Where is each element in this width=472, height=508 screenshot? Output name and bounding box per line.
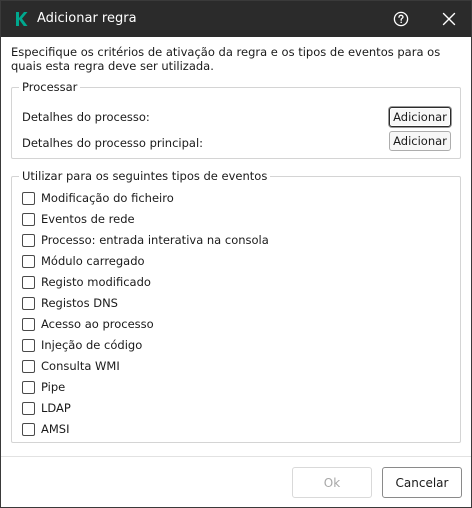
checkbox[interactable] [22,275,35,289]
dialog-title: Adicionar regra [37,11,137,26]
event-pipe[interactable]: Pipe [22,379,65,395]
process-group-legend: Processar [19,80,81,94]
title-bar: Adicionar regra [1,1,471,37]
checkbox[interactable] [22,380,35,394]
parent-process-details-label: Detalhes do processo principal: [22,136,204,150]
event-label: Pipe [41,380,66,394]
event-network[interactable]: Eventos de rede [22,211,135,227]
checkbox[interactable] [22,233,35,247]
event-process-access[interactable]: Acesso ao processo [22,316,154,332]
help-circle-icon[interactable] [393,11,409,27]
close-icon[interactable] [441,11,457,27]
intro-text: Especifique os critérios de ativação da … [11,45,441,73]
ok-button[interactable]: Ok [292,467,372,498]
event-registry-modified[interactable]: Registo modificado [22,274,151,290]
kaspersky-k-icon [16,12,28,26]
checkbox[interactable] [22,317,35,331]
add-process-details-button[interactable]: Adicionar [389,107,451,127]
event-file-modification[interactable]: Modificação do ficheiro [22,190,174,206]
checkbox[interactable] [22,296,35,310]
event-label: Modificação do ficheiro [41,191,174,205]
footer-divider [1,456,471,457]
event-label: LDAP [41,401,71,415]
checkbox[interactable] [22,359,35,373]
event-label: Registos DNS [41,296,118,310]
event-interactive-console-login[interactable]: Processo: entrada interativa na consola [22,232,269,248]
event-label: AMSI [41,422,70,436]
event-wmi-query[interactable]: Consulta WMI [22,358,120,374]
checkbox[interactable] [22,212,35,226]
add-rule-dialog: Adicionar regra Especifique os critérios… [0,0,472,508]
add-parent-process-details-button[interactable]: Adicionar [389,131,451,151]
event-types-legend: Utilizar para os seguintes tipos de even… [19,169,271,183]
event-module-loaded[interactable]: Módulo carregado [22,253,145,269]
checkbox[interactable] [22,401,35,415]
event-label: Processo: entrada interativa na consola [41,233,269,247]
event-label: Módulo carregado [41,254,145,268]
checkbox[interactable] [22,191,35,205]
event-label: Registo modificado [41,275,151,289]
event-label: Injeção de código [41,338,143,352]
checkbox[interactable] [22,422,35,436]
event-label: Eventos de rede [41,212,135,226]
checkbox[interactable] [22,254,35,268]
event-label: Acesso ao processo [41,317,154,331]
event-label: Consulta WMI [41,359,120,373]
cancel-button[interactable]: Cancelar [382,467,462,498]
event-code-injection[interactable]: Injeção de código [22,337,142,353]
event-amsi[interactable]: AMSI [22,421,69,437]
event-dns-records[interactable]: Registos DNS [22,295,118,311]
event-types-group: Utilizar para os seguintes tipos de even… [11,169,461,443]
process-group: Processar Detalhes do processo: Adiciona… [11,80,461,159]
process-details-label: Detalhes do processo: [22,110,150,124]
event-ldap[interactable]: LDAP [22,400,71,416]
checkbox[interactable] [22,338,35,352]
